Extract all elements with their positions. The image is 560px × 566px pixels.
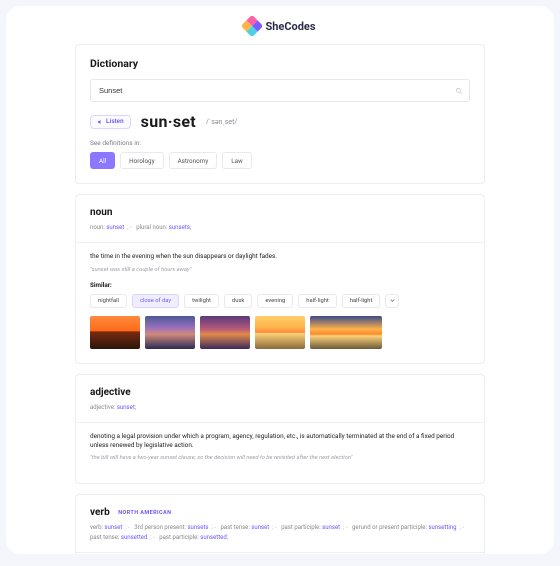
headword: sun·set bbox=[141, 112, 196, 131]
similar-chip[interactable]: half-light bbox=[342, 294, 381, 308]
search-wrap bbox=[90, 79, 470, 102]
thumbnail[interactable] bbox=[145, 316, 195, 349]
similar-chip[interactable]: nightfall bbox=[90, 294, 127, 308]
page-title: Dictionary bbox=[90, 57, 470, 70]
similar-chip[interactable]: half-light bbox=[298, 294, 337, 308]
definitions-in-label: See definitions in: bbox=[90, 139, 470, 147]
thumbnail[interactable] bbox=[255, 316, 305, 349]
similar-label: Similar: bbox=[90, 281, 470, 289]
dictionary-card: Dictionary Listen sun·set /ˈsənˌset/ See… bbox=[75, 44, 485, 184]
audio-icon bbox=[97, 119, 103, 125]
brand-logo-icon bbox=[241, 15, 264, 38]
filter-chip[interactable]: Horology bbox=[120, 152, 163, 169]
pos-card-noun: noun noun: sunset; - plural noun: sunset… bbox=[75, 194, 485, 364]
app-frame: SheCodes Dictionary Listen sun·set /ˈsən… bbox=[6, 6, 554, 554]
divider bbox=[76, 552, 484, 553]
example-noun: "sunset was still a couple of hours away… bbox=[90, 267, 470, 273]
listen-button[interactable]: Listen bbox=[90, 115, 131, 129]
divider bbox=[76, 242, 484, 243]
similar-chip[interactable]: twilight bbox=[184, 294, 219, 308]
thumbnail[interactable] bbox=[90, 316, 140, 349]
pos-title-adjective: adjective bbox=[90, 387, 470, 398]
pos-title-noun: noun bbox=[90, 207, 470, 218]
forms-adjective: adjective: sunset; bbox=[90, 403, 470, 412]
pos-title-verb: verb NORTH AMERICAN bbox=[90, 507, 470, 518]
search-input[interactable] bbox=[90, 79, 470, 102]
forms-verb: verb: sunset; - 3rd person present: suns… bbox=[90, 523, 470, 542]
example-adjective: "the bill will have a two-year sunset cl… bbox=[90, 455, 470, 461]
pronunciation: /ˈsənˌset/ bbox=[206, 118, 237, 126]
chevron-down-icon bbox=[389, 297, 396, 304]
more-similar-button[interactable] bbox=[385, 294, 399, 308]
thumbnail[interactable] bbox=[200, 316, 250, 349]
search-icon[interactable] bbox=[455, 87, 463, 95]
thumbnail[interactable] bbox=[310, 316, 382, 349]
similar-chip[interactable]: evening bbox=[257, 294, 293, 308]
image-row bbox=[90, 316, 470, 349]
pos-card-adjective: adjective adjective: sunset; denoting a … bbox=[75, 374, 485, 485]
filter-chip[interactable]: All bbox=[90, 152, 115, 169]
definition-filter-chips: All Horology AstronomyLaw bbox=[90, 152, 470, 169]
headword-row: Listen sun·set /ˈsənˌset/ bbox=[90, 112, 470, 131]
listen-label: Listen bbox=[106, 119, 124, 125]
filter-chip[interactable]: Astronomy bbox=[169, 152, 218, 169]
forms-noun: noun: sunset; - plural noun: sunsets; bbox=[90, 223, 470, 232]
similar-chips: nightfall close of day twilight dusk evening… bbox=[90, 294, 470, 308]
pos-label-verb: verb bbox=[90, 507, 110, 518]
similar-chip[interactable]: close of day bbox=[132, 294, 179, 308]
similar-chip[interactable]: dusk bbox=[224, 294, 252, 308]
brand-header: SheCodes bbox=[6, 18, 554, 34]
region-tag: NORTH AMERICAN bbox=[118, 510, 171, 516]
pos-card-verb: verb NORTH AMERICAN verb: sunset; - 3rd … bbox=[75, 494, 485, 554]
divider bbox=[76, 422, 484, 423]
definition-adjective: denoting a legal provision under which a… bbox=[90, 432, 470, 451]
filter-chip[interactable]: Law bbox=[222, 152, 252, 169]
definition-noun: the time in the evening when the sun dis… bbox=[90, 252, 470, 261]
brand-name: SheCodes bbox=[265, 20, 315, 33]
